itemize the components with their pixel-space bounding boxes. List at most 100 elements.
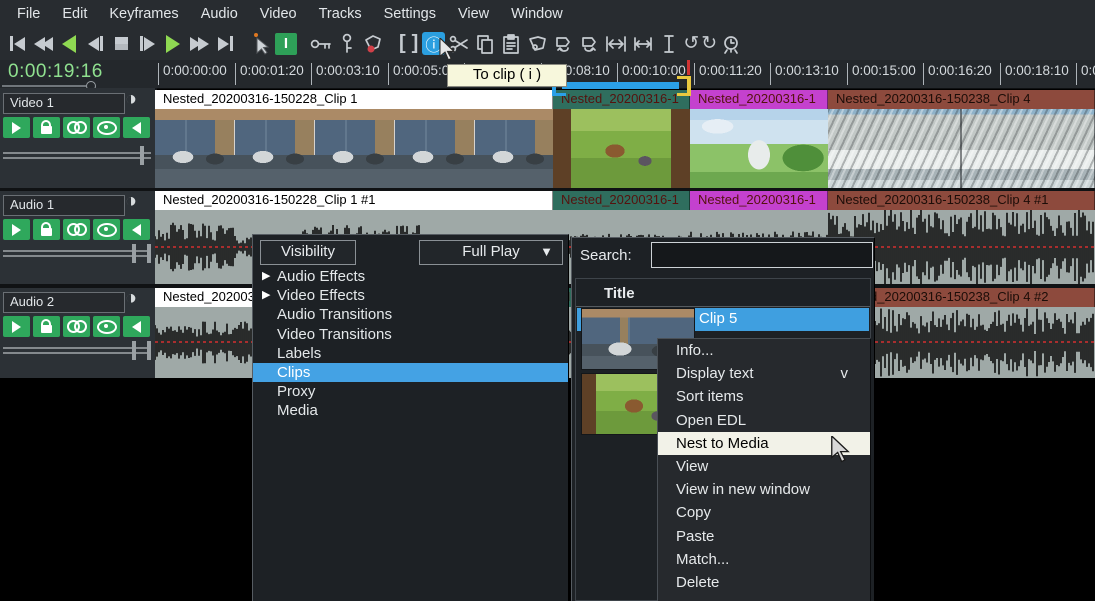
track-mute-toggle[interactable] [123, 219, 150, 240]
track-arm-toggle[interactable] [33, 117, 60, 138]
track-draw-toggle[interactable] [93, 117, 120, 138]
menu-item[interactable]: Video [249, 6, 308, 22]
fit-selection-icon[interactable] [603, 31, 629, 57]
track-arm-toggle[interactable] [33, 219, 60, 240]
menu-shortcut: v [841, 362, 849, 385]
video-clip[interactable]: Nested_20200316-150238_Clip 4 [828, 90, 1095, 188]
play-button[interactable] [161, 31, 185, 57]
clip-key-icon[interactable] [309, 31, 333, 57]
visibility-list-item[interactable]: ▶ Video Effects [253, 286, 568, 305]
track-gang-toggle[interactable] [63, 117, 90, 138]
context-menu-item[interactable]: Match... [658, 548, 870, 571]
visibility-list-item[interactable]: ▶ Clips [253, 363, 568, 382]
track-play-toggle[interactable] [3, 316, 30, 337]
context-menu-item[interactable]: Sort items [658, 385, 870, 408]
context-menu-item[interactable]: Delete [658, 571, 870, 594]
visibility-list-item[interactable]: ▶ Video Transitions [253, 325, 568, 344]
track-title-input[interactable]: Video 1 [3, 93, 125, 114]
undo-icon[interactable]: ↺ [683, 32, 699, 55]
zoom-selection-icon[interactable] [657, 31, 681, 57]
arrow-tool-button[interactable] [249, 31, 273, 57]
next-label-icon[interactable] [577, 31, 601, 57]
in-point-bracket-button[interactable]: [ [397, 32, 408, 55]
track-fader[interactable] [3, 346, 151, 356]
paste-icon[interactable] [499, 31, 523, 57]
expand-arrow-icon[interactable]: ▶ [262, 286, 270, 305]
go-to-end-button[interactable] [213, 31, 237, 57]
video-clip[interactable]: Nested_20200316-1 [690, 90, 828, 188]
fit-width-icon[interactable] [631, 31, 655, 57]
fast-forward-button[interactable] [187, 31, 211, 57]
frame-forward-button[interactable] [135, 31, 159, 57]
stop-button[interactable] [109, 31, 133, 57]
video-clip[interactable]: Nested_20200316-1 [553, 90, 690, 188]
search-input[interactable] [651, 242, 873, 268]
track-title-input[interactable]: Audio 1 [3, 195, 125, 216]
track-expand-icon[interactable]: ◑ [125, 88, 137, 111]
expand-arrow-icon[interactable]: ▶ [262, 267, 270, 286]
preset-dropdown[interactable]: Full Play ▼ [419, 240, 563, 265]
previous-label-icon[interactable] [551, 31, 575, 57]
manual-goto-icon[interactable] [719, 31, 743, 57]
playhead-marker[interactable] [687, 60, 690, 75]
selection-bar[interactable] [562, 82, 679, 89]
audio-clip[interactable]: Nested_20200316-1 [553, 191, 690, 210]
copy-icon[interactable] [473, 31, 497, 57]
audio-clip[interactable]: Nested_20200316-150228_Clip 1 #1 [155, 191, 553, 210]
track-mute-toggle[interactable] [123, 316, 150, 337]
track-play-toggle[interactable] [3, 219, 30, 240]
menu-item[interactable]: Keyframes [98, 6, 189, 22]
track-expand-icon[interactable]: ◑ [125, 287, 137, 310]
menu-item[interactable]: Edit [51, 6, 98, 22]
out-point-marker[interactable] [677, 76, 691, 96]
context-menu-item[interactable]: Open EDL [658, 409, 870, 432]
track-draw-toggle[interactable] [93, 219, 120, 240]
visibility-list-item[interactable]: ▶ Labels [253, 344, 568, 363]
track-arm-toggle[interactable] [33, 316, 60, 337]
track-play-toggle[interactable] [3, 117, 30, 138]
audio-clip[interactable]: Nested_20200316-150238_Clip 4 #1 [828, 191, 1095, 210]
track-draw-toggle[interactable] [93, 316, 120, 337]
clip-title-bar: Nested_20200316-1 [690, 191, 828, 210]
track-fader[interactable] [3, 249, 151, 259]
clip-context-menu: Info... Display text v Sort items Open E… [657, 338, 871, 601]
track-mute-toggle[interactable] [123, 117, 150, 138]
span-key-icon[interactable] [335, 31, 359, 57]
track-fader[interactable] [3, 151, 151, 161]
context-menu-item[interactable]: Paste [658, 525, 870, 548]
menu-item[interactable]: File [6, 6, 51, 22]
label-icon[interactable] [525, 31, 549, 57]
menu-item[interactable]: Window [500, 6, 574, 22]
video-clip[interactable]: Nested_20200316-150228_Clip 1 [155, 90, 553, 188]
mouse-cursor [829, 436, 851, 464]
context-menu-item[interactable]: Display text v [658, 362, 870, 385]
go-to-start-button[interactable] [5, 31, 29, 57]
fast-reverse-button[interactable] [31, 31, 55, 57]
context-menu-item[interactable]: View in new window [658, 478, 870, 501]
menu-item[interactable]: Settings [373, 6, 447, 22]
title-column-header[interactable]: Title [604, 285, 635, 302]
visibility-list-item[interactable]: ▶ Proxy [253, 382, 568, 401]
out-point-bracket-button[interactable]: ] [410, 32, 421, 55]
visibility-list-item[interactable]: ▶ Audio Transitions [253, 305, 568, 324]
visibility-list-item[interactable]: ▶ Media [253, 401, 568, 420]
label-lock-icon[interactable] [361, 31, 385, 57]
menu-item[interactable]: Tracks [308, 6, 373, 22]
menu-item[interactable]: View [447, 6, 500, 22]
track-gang-toggle[interactable] [63, 316, 90, 337]
visibility-button[interactable]: Visibility [260, 240, 356, 265]
redo-icon[interactable]: ↻ [701, 32, 717, 55]
track-title-input[interactable]: Audio 2 [3, 292, 125, 313]
frame-reverse-button[interactable] [83, 31, 107, 57]
menu-item[interactable]: Audio [190, 6, 249, 22]
context-menu-item[interactable]: Copy [658, 501, 870, 524]
track-expand-icon[interactable]: ◑ [125, 190, 137, 213]
track-gang-toggle[interactable] [63, 219, 90, 240]
reverse-play-button[interactable] [57, 31, 81, 57]
fader-handle[interactable] [132, 341, 151, 360]
ibeam-tool-button[interactable]: I [275, 33, 297, 55]
context-menu-item[interactable]: Info... [658, 339, 870, 362]
visibility-list-item[interactable]: ▶ Audio Effects [253, 267, 568, 286]
fader-handle[interactable] [132, 244, 151, 263]
audio-clip[interactable]: Nested_20200316-1 [690, 191, 828, 210]
